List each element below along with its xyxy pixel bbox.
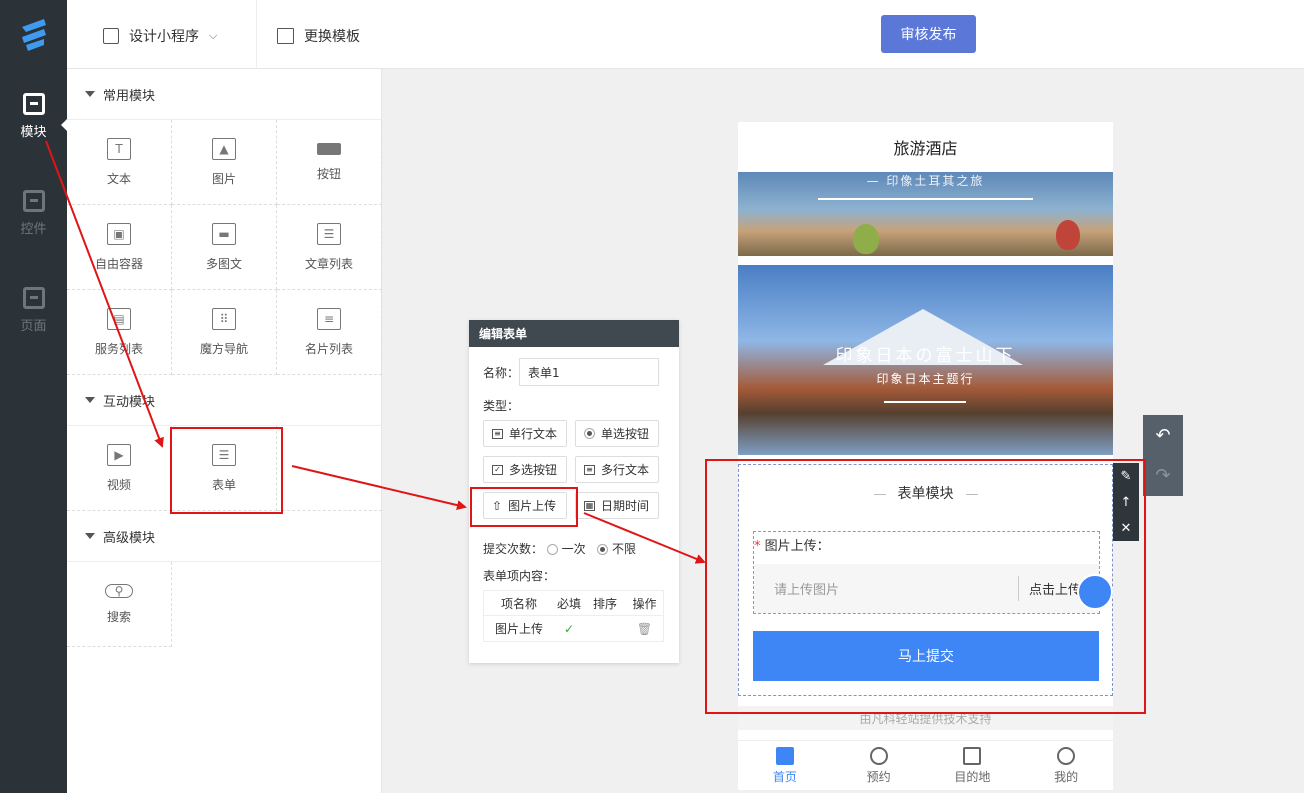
- arrow-form-to-editor: [291, 465, 467, 511]
- arrow-rail-to-form: [45, 140, 164, 448]
- arrow-editor-to-preview: [583, 512, 706, 564]
- annotation-arrows: [45, 140, 706, 564]
